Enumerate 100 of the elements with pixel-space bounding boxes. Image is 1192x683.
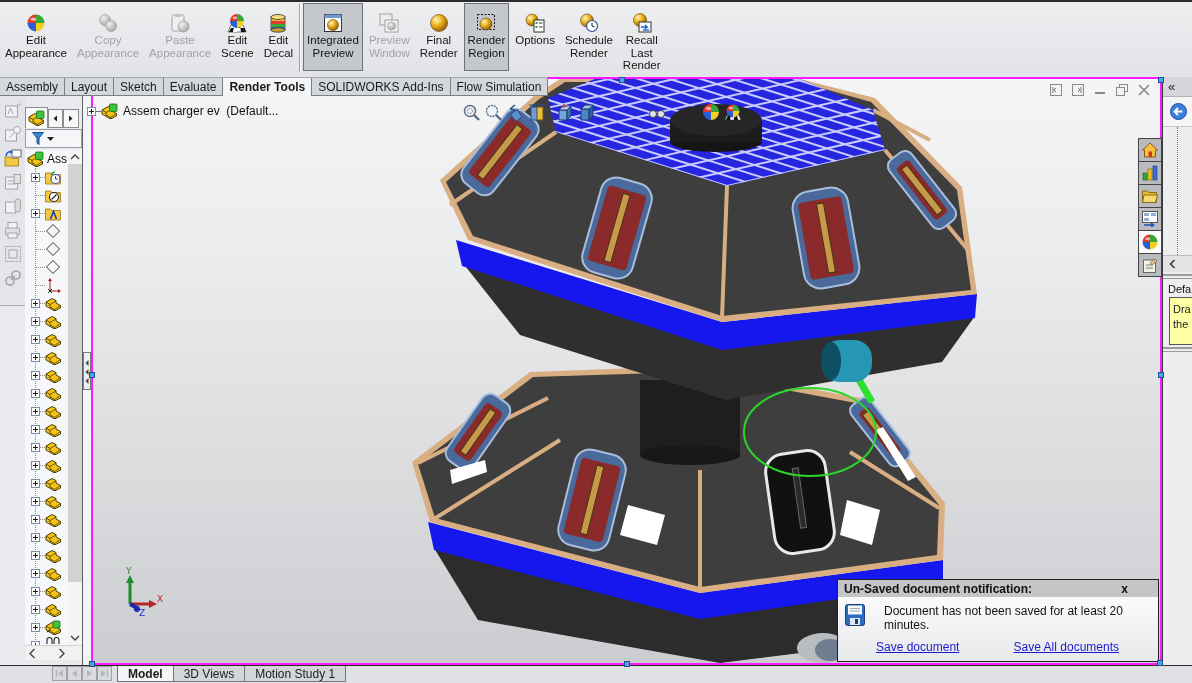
zoom-area-icon[interactable] [484, 103, 502, 121]
tab[interactable]: Flow Simulation [450, 78, 549, 96]
part-icon[interactable] [45, 313, 62, 329]
expand-icon[interactable] [31, 299, 40, 308]
collapse-toggle[interactable]: « [1168, 79, 1176, 94]
expand-icon[interactable] [31, 425, 40, 434]
filter-button[interactable] [25, 129, 82, 148]
resize-handle[interactable] [624, 661, 630, 667]
tab[interactable]: Layout [65, 78, 115, 96]
collapse-handle[interactable] [83, 352, 91, 390]
expand-icon[interactable] [31, 515, 40, 524]
scroll-right-icon[interactable] [57, 647, 66, 659]
expand-icon[interactable] [31, 443, 40, 452]
expand-icon[interactable] [31, 587, 40, 596]
annotation-folder-icon[interactable] [45, 205, 62, 221]
tree-item-label[interactable]: Assem charger ev (Default... [123, 104, 279, 118]
expand-icon[interactable] [31, 569, 40, 578]
expand-icon[interactable] [31, 461, 40, 470]
mates-icon[interactable] [45, 637, 62, 644]
resize-handle[interactable] [89, 661, 95, 667]
edit-appearance-button[interactable]: Edit Appearance [1, 3, 72, 71]
zoom-fit-icon[interactable] [462, 103, 480, 121]
task-pane-tab[interactable] [1138, 230, 1162, 254]
part-icon[interactable] [45, 547, 62, 563]
tab[interactable]: 3D Views [173, 666, 246, 682]
scroll-right-icon[interactable] [63, 109, 79, 128]
resize-handle[interactable] [1158, 372, 1164, 378]
task-pane-tab[interactable] [1138, 253, 1162, 277]
schedule-render-button[interactable]: Schedule Render [560, 3, 617, 71]
part-icon[interactable] [45, 565, 62, 581]
resize-handle[interactable] [89, 372, 95, 378]
save-link[interactable]: Save document [876, 640, 960, 654]
tree-item-label[interactable]: Ass [47, 152, 67, 166]
expand-icon[interactable] [31, 371, 40, 380]
origin-icon[interactable] [45, 277, 62, 293]
resize-handle[interactable] [1158, 77, 1164, 83]
split-left-icon[interactable] [1050, 84, 1062, 96]
expand-icon[interactable] [31, 497, 40, 506]
restore-icon[interactable] [1116, 84, 1128, 96]
plane-icon[interactable] [45, 241, 62, 257]
part-icon[interactable] [45, 295, 62, 311]
tab[interactable]: Model [117, 666, 174, 682]
tab[interactable]: Evaluate [163, 78, 224, 96]
recall-last-render-button[interactable]: Recall Last Render [618, 3, 665, 71]
assembly-icon[interactable] [27, 151, 44, 167]
assembly-icon[interactable] [101, 103, 118, 119]
folder-icon[interactable] [3, 149, 22, 167]
scroll-left-icon[interactable] [48, 109, 63, 128]
section-view-icon[interactable] [528, 103, 546, 121]
sphere-icon[interactable] [702, 103, 720, 121]
part-icon[interactable] [45, 349, 62, 365]
feature-manager-tab[interactable] [25, 107, 48, 128]
part-icon[interactable] [45, 529, 62, 545]
resize-handle[interactable] [619, 77, 625, 83]
part-icon[interactable] [45, 421, 62, 437]
integrated-preview-button[interactable]: Integrated Preview [303, 3, 363, 71]
tab[interactable]: SOLIDWORKS Add-Ins [312, 78, 451, 96]
close-icon[interactable] [1138, 84, 1150, 96]
render-region-button[interactable]: Render Region [463, 3, 510, 71]
part-icon[interactable] [45, 331, 62, 347]
task-pane-tab[interactable] [1138, 138, 1162, 162]
panel-splitter[interactable] [83, 96, 91, 665]
part-icon[interactable] [45, 367, 62, 383]
scroll-left-icon[interactable] [1169, 259, 1176, 269]
clock-folder-icon[interactable] [45, 169, 62, 185]
scrollbar-thumb[interactable] [68, 164, 82, 582]
expand-icon[interactable] [31, 209, 40, 218]
assembly-icon[interactable] [45, 619, 62, 635]
expand-icon[interactable] [31, 623, 40, 632]
edit-scene-button[interactable]: Edit Scene [217, 3, 258, 71]
expand-icon[interactable] [31, 317, 40, 326]
expand-icon[interactable] [31, 353, 40, 362]
task-pane-tab[interactable] [1138, 207, 1162, 231]
expand-icon[interactable] [87, 106, 96, 116]
part-icon[interactable] [45, 457, 62, 473]
expand-icon[interactable] [31, 389, 40, 398]
task-pane-tab[interactable] [1138, 184, 1162, 208]
part-icon[interactable] [45, 583, 62, 599]
expand-icon[interactable] [31, 605, 40, 614]
close-button[interactable]: x [1121, 581, 1128, 596]
part-icon[interactable] [45, 511, 62, 527]
expand-icon[interactable] [31, 407, 40, 416]
scroll-left-icon[interactable] [28, 647, 37, 659]
tab[interactable]: Motion Study 1 [245, 666, 347, 682]
tab[interactable]: Assembly [0, 78, 65, 96]
part-icon[interactable] [45, 601, 62, 617]
split-right-icon[interactable] [1072, 84, 1084, 96]
tab[interactable]: Sketch [114, 78, 164, 96]
part-icon[interactable] [45, 403, 62, 419]
expand-icon[interactable] [31, 551, 40, 560]
expand-icon[interactable] [31, 533, 40, 542]
final-render-button[interactable]: Final Render [415, 3, 462, 71]
options-button[interactable]: Options [511, 3, 559, 71]
expand-icon[interactable] [31, 335, 40, 344]
part-icon[interactable] [45, 439, 62, 455]
save-link[interactable]: Save All documents [1013, 640, 1119, 654]
box-icon[interactable] [578, 103, 596, 121]
tab[interactable]: Render Tools [223, 78, 313, 96]
part-icon[interactable] [45, 385, 62, 401]
edit-decal-button[interactable]: Edit Decal [259, 3, 298, 71]
